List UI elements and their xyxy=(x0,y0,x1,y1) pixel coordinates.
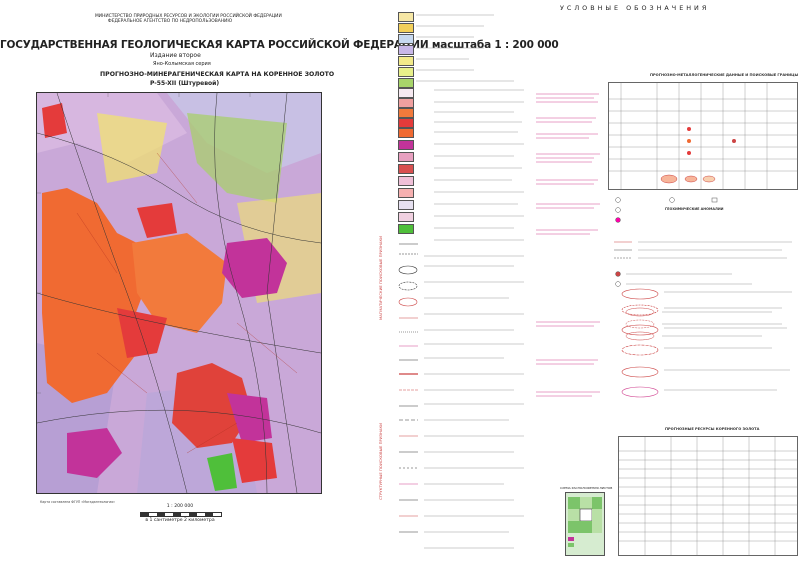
prognostic-zones-list xyxy=(621,288,792,398)
section-title-resources: ПРОГНОЗНЫЕ РЕСУРСЫ КОРЕННОГО ЗОЛОТА xyxy=(665,427,760,431)
legend-swatch xyxy=(398,224,414,234)
legend-swatch xyxy=(398,152,414,162)
ministry-header: МИНИСТЕРСТВО ПРИРОДНЫХ РЕСУРСОВ И ЭКОЛОГ… xyxy=(95,14,282,25)
inset-title: СХЕМА РАСПОЛОЖЕНИЯ ЛИСТОВ xyxy=(560,486,613,490)
structural-side-label: СТРУКТУРНЫЕ ПОИСКОВЫЕ ПРИЗНАКИ xyxy=(378,423,383,500)
legend-swatch xyxy=(398,23,414,33)
section-title-geochem: ГЕОХИМИЧЕСКИЕ АНОМАЛИИ xyxy=(665,207,724,211)
legend-text-lines xyxy=(416,14,524,549)
inset-location-map xyxy=(565,492,605,556)
pink-annotations xyxy=(536,93,600,397)
legend-swatch xyxy=(398,12,414,22)
map-title: ПРОГНОЗНО-МИНЕРАГЕНИЧЕСКАЯ КАРТА НА КОРЕ… xyxy=(100,71,335,78)
legend-swatch xyxy=(398,212,414,222)
section-title-prognostic: ПРОГНОЗНО-МЕТАЛЛОГЕНИЧЕСКИЕ ДАННЫЕ И ПОИ… xyxy=(650,73,799,77)
resources-table-grid xyxy=(619,437,797,555)
scale-note: в 1 сантиметре 2 километра xyxy=(145,518,215,523)
geologic-map[interactable] xyxy=(36,92,322,494)
legend-swatch xyxy=(398,128,414,138)
scale-bar xyxy=(140,512,222,517)
legend-swatch xyxy=(398,118,414,128)
legend-swatch xyxy=(398,78,414,88)
table-symbols xyxy=(660,127,736,184)
inset-canvas xyxy=(566,493,604,555)
legend-swatch xyxy=(398,140,414,150)
legend-swatch xyxy=(398,56,414,66)
map-unit xyxy=(97,113,167,183)
magmatic-side-label: МАГМАТИЧЕСКИЕ ПОИСКОВЫЕ ПРИЗНАКИ xyxy=(378,235,383,320)
legend-swatch xyxy=(398,200,414,210)
legend-swatch xyxy=(398,67,414,77)
edition-label: Издание второе xyxy=(150,52,201,59)
imprint-text: Карта составлена ФГУП «Магадангеология» xyxy=(40,500,116,504)
scale-label: 1 : 200 000 xyxy=(140,504,220,509)
scale-ratio: 1 : 200 000 xyxy=(166,504,194,509)
legend-swatch xyxy=(398,188,414,198)
series-label: Яно-Колымская серия xyxy=(153,61,211,67)
map-canvas xyxy=(37,93,321,493)
prognostic-table-grid xyxy=(609,83,797,189)
prognostic-table xyxy=(608,82,798,190)
legend-swatch xyxy=(398,45,414,55)
sheet-number: P-55-XII (Штуревой) xyxy=(150,80,220,87)
resources-table xyxy=(618,436,798,556)
agency-line: ФЕДЕРАЛЬНОЕ АГЕНТСТВО ПО НЕДРОПОЛЬЗОВАНИ… xyxy=(107,19,233,25)
legend-swatch xyxy=(398,108,414,118)
legend-swatch xyxy=(398,34,414,44)
legend-swatch xyxy=(398,164,414,174)
legend-swatch xyxy=(398,88,414,98)
legend-title: УСЛОВНЫЕ ОБОЗНАЧЕНИЯ xyxy=(560,4,710,12)
legend-swatch xyxy=(398,176,414,186)
legend-swatch xyxy=(398,98,414,108)
